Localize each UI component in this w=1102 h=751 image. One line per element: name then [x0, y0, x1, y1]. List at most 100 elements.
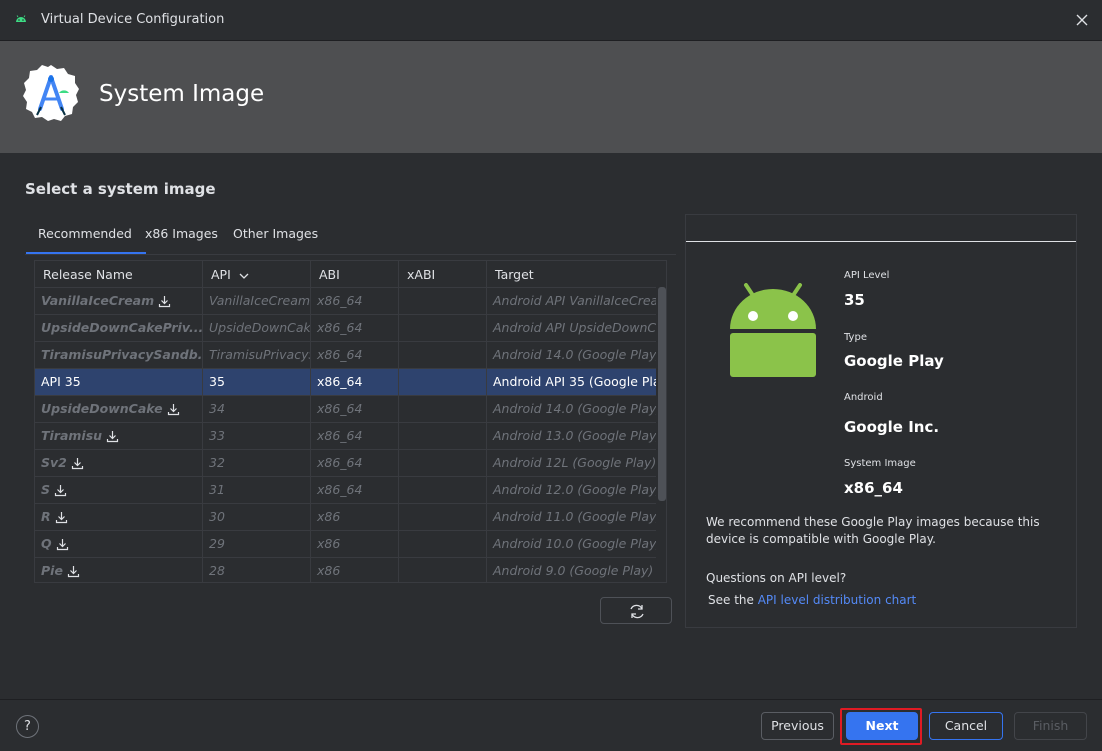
cell-target: Android 11.0 (Google Play) — [487, 504, 656, 530]
cell-xabi — [399, 369, 487, 395]
column-header-abi[interactable]: ABI — [311, 261, 399, 288]
cell-target-text: Android API VanillaIceCream ( — [493, 293, 656, 308]
download-icon[interactable] — [67, 565, 80, 578]
cell-api: 32 — [203, 450, 311, 476]
table-row[interactable]: R 30 x86 Android 11.0 (Google Play) — [35, 504, 656, 531]
chevron-down-icon — [239, 273, 249, 279]
cell-target-text: Android 9.0 (Google Play) — [493, 563, 654, 578]
cell-release-name: S — [35, 477, 203, 503]
table-row[interactable]: UpsideDownCakePriv... UpsideDownCakeP x86_… — [35, 315, 656, 342]
cell-api-text: 33 — [209, 428, 225, 443]
previous-button[interactable]: Previous — [761, 712, 834, 740]
tab-x86-images[interactable]: x86 Images — [145, 226, 218, 241]
table-row[interactable]: VanillaIceCream VanillaIceCream x86_64 Andr… — [35, 288, 656, 315]
cell-xabi — [399, 531, 487, 557]
cell-release-name-text: TiramisuPrivacySandb... — [41, 347, 203, 362]
download-icon[interactable] — [71, 457, 84, 470]
cell-abi: x86 — [311, 531, 399, 557]
cell-api: 33 — [203, 423, 311, 449]
tab-other-images[interactable]: Other Images — [233, 226, 318, 241]
cell-abi-text: x86 — [317, 563, 341, 578]
api-level-label: API Level — [844, 270, 890, 281]
image-tabs: Recommended x86 Images Other Images — [25, 218, 676, 255]
column-header-target[interactable]: Target — [487, 261, 656, 288]
page-heading: System Image — [99, 81, 265, 107]
download-icon[interactable] — [106, 430, 119, 443]
dialog-footer: ? Previous Next Cancel Finish — [0, 699, 1102, 751]
tab-recommended[interactable]: Recommended — [26, 226, 146, 254]
cell-abi-text: x86_64 — [317, 293, 363, 308]
cell-api: 31 — [203, 477, 311, 503]
cell-release-name: VanillaIceCream — [35, 288, 203, 314]
cell-target: Android 10.0 (Google Play) — [487, 531, 656, 557]
cell-abi-text: x86 — [317, 536, 341, 551]
cell-release-name-text: R — [41, 509, 51, 524]
table-scrollbar[interactable] — [658, 287, 666, 501]
header-banner: System Image — [0, 41, 1102, 153]
table-row[interactable]: API 35 35 x86_64 Android API 35 (Google Pla… — [35, 369, 656, 396]
android-value: Google Inc. — [844, 418, 940, 436]
cell-abi: x86_64 — [311, 450, 399, 476]
close-icon[interactable] — [1072, 10, 1092, 30]
cell-abi-text: x86_64 — [317, 428, 363, 443]
cancel-button[interactable]: Cancel — [929, 712, 1003, 740]
cell-abi: x86_64 — [311, 288, 399, 314]
next-button[interactable]: Next — [846, 712, 918, 740]
cell-target-text: Android 11.0 (Google Play) — [493, 509, 656, 524]
cell-api-text: 28 — [209, 563, 225, 578]
cell-abi-text: x86 — [317, 509, 341, 524]
cell-target: Android 14.0 (Google Play) — [487, 396, 656, 422]
table-row[interactable]: Tiramisu 33 x86_64 Android 13.0 (Google Pla… — [35, 423, 656, 450]
column-header-release-name[interactable]: Release Name — [35, 261, 203, 288]
cell-api: UpsideDownCakeP — [203, 315, 311, 341]
cell-xabi — [399, 288, 487, 314]
system-image-table: Release Name API ABI xABI Target Vanilla… — [34, 260, 667, 583]
system-image-label: System Image — [844, 458, 916, 469]
android-robot-icon — [730, 283, 816, 377]
cell-release-name: R — [35, 504, 203, 530]
cell-target: Android 9.0 (Google Play) — [487, 558, 656, 582]
cell-xabi — [399, 423, 487, 449]
cell-release-name: Pie — [35, 558, 203, 582]
panel-divider — [686, 241, 1076, 242]
image-details-panel: API Level 35 Type Google Play Android Go… — [685, 214, 1077, 628]
table-row[interactable]: S 31 x86_64 Android 12.0 (Google Play) — [35, 477, 656, 504]
cell-target-text: Android API UpsideDownCake — [493, 320, 656, 335]
cell-api: 35 — [203, 369, 311, 395]
cell-api-text: 29 — [209, 536, 225, 551]
cell-target-text: Android 14.0 (Google Play) — [493, 401, 656, 416]
cell-release-name-text: Sv2 — [41, 455, 67, 470]
column-header-xabi[interactable]: xABI — [399, 261, 487, 288]
table-row[interactable]: UpsideDownCake 34 x86_64 Android 14.0 (Goog… — [35, 396, 656, 423]
help-button[interactable]: ? — [16, 715, 39, 738]
cell-target-text: Android 12L (Google Play) — [493, 455, 656, 470]
download-icon[interactable] — [55, 511, 68, 524]
table-row[interactable]: Q 29 x86 Android 10.0 (Google Play) — [35, 531, 656, 558]
api-distribution-link[interactable]: API level distribution chart — [758, 593, 917, 607]
table-row[interactable]: Pie 28 x86 Android 9.0 (Google Play) — [35, 558, 656, 582]
cell-api-text: VanillaIceCream — [209, 293, 311, 308]
column-header-api[interactable]: API — [203, 261, 311, 288]
cell-api-text: TiramisuPrivacySar — [209, 347, 310, 362]
cell-target: Android API VanillaIceCream ( — [487, 288, 656, 314]
see-the-text: See the — [708, 593, 754, 607]
table-row[interactable]: Sv2 32 x86_64 Android 12L (Google Play) — [35, 450, 656, 477]
table-row[interactable]: TiramisuPrivacySandb... TiramisuPrivacySa… — [35, 342, 656, 369]
cell-abi: x86_64 — [311, 396, 399, 422]
questions-text: Questions on API level? — [706, 571, 847, 585]
refresh-button[interactable] — [600, 597, 672, 624]
cell-api-text: 34 — [209, 401, 225, 416]
cell-abi-text: x86_64 — [317, 374, 363, 389]
download-icon[interactable] — [54, 484, 67, 497]
cell-target-text: Android 14.0 (Google Play) — [493, 347, 656, 362]
column-header-api-label: API — [211, 267, 231, 282]
type-value: Google Play — [844, 352, 944, 370]
download-icon[interactable] — [56, 538, 69, 551]
download-icon[interactable] — [167, 403, 180, 416]
cell-abi: x86 — [311, 504, 399, 530]
cell-release-name-text: UpsideDownCakePriv... — [41, 320, 203, 335]
cell-abi: x86_64 — [311, 342, 399, 368]
download-icon[interactable] — [158, 295, 171, 308]
cell-target-text: Android 12.0 (Google Play) — [493, 482, 656, 497]
cell-release-name-text: Tiramisu — [41, 428, 103, 443]
